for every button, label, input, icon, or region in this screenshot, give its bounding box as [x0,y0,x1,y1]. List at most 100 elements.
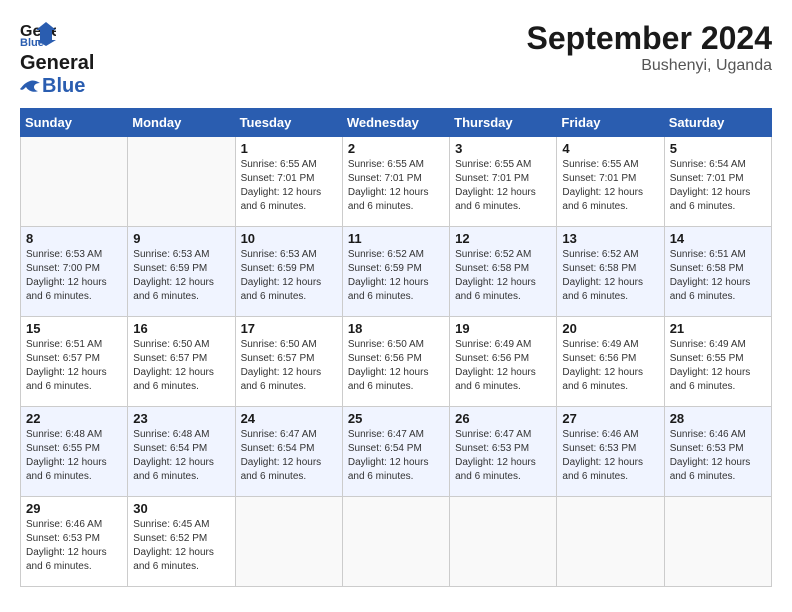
calendar-table: Sunday Monday Tuesday Wednesday Thursday… [20,108,772,587]
day-info: Sunrise: 6:55 AM Sunset: 7:01 PM Dayligh… [562,158,658,214]
day-number: 20 [562,321,658,336]
calendar-header-row: Sunday Monday Tuesday Wednesday Thursday… [21,109,772,137]
day-info: Sunrise: 6:45 AM Sunset: 6:52 PM Dayligh… [133,518,229,574]
day-info: Sunrise: 6:52 AM Sunset: 6:58 PM Dayligh… [455,248,551,304]
day-info: Sunrise: 6:46 AM Sunset: 6:53 PM Dayligh… [670,428,766,484]
calendar-cell: 24 Sunrise: 6:47 AM Sunset: 6:54 PM Dayl… [235,407,342,497]
col-friday: Friday [557,109,664,137]
day-info: Sunrise: 6:48 AM Sunset: 6:55 PM Dayligh… [26,428,122,484]
col-saturday: Saturday [664,109,771,137]
day-info: Sunrise: 6:46 AM Sunset: 6:53 PM Dayligh… [26,518,122,574]
day-number: 26 [455,411,551,426]
day-info: Sunrise: 6:49 AM Sunset: 6:56 PM Dayligh… [562,338,658,394]
col-tuesday: Tuesday [235,109,342,137]
calendar-cell: 3 Sunrise: 6:55 AM Sunset: 7:01 PM Dayli… [450,137,557,227]
location: Bushenyi, Uganda [527,57,772,75]
day-number: 29 [26,501,122,516]
day-number: 18 [348,321,444,336]
calendar-cell: 26 Sunrise: 6:47 AM Sunset: 6:53 PM Dayl… [450,407,557,497]
month-title: September 2024 [527,20,772,57]
week-row-1: 1 Sunrise: 6:55 AM Sunset: 7:01 PM Dayli… [21,137,772,227]
day-number: 9 [133,231,229,246]
day-number: 12 [455,231,551,246]
day-info: Sunrise: 6:46 AM Sunset: 6:53 PM Dayligh… [562,428,658,484]
week-row-4: 22 Sunrise: 6:48 AM Sunset: 6:55 PM Dayl… [21,407,772,497]
day-info: Sunrise: 6:53 AM Sunset: 6:59 PM Dayligh… [241,248,337,304]
logo-blue: Blue [42,75,85,98]
day-info: Sunrise: 6:54 AM Sunset: 7:01 PM Dayligh… [670,158,766,214]
calendar-cell: 19 Sunrise: 6:49 AM Sunset: 6:56 PM Dayl… [450,317,557,407]
title-area: September 2024 Bushenyi, Uganda [527,20,772,75]
calendar-cell [21,137,128,227]
day-info: Sunrise: 6:47 AM Sunset: 6:53 PM Dayligh… [455,428,551,484]
calendar-cell: 13 Sunrise: 6:52 AM Sunset: 6:58 PM Dayl… [557,227,664,317]
logo-general: General [20,52,94,75]
day-number: 23 [133,411,229,426]
calendar-cell: 11 Sunrise: 6:52 AM Sunset: 6:59 PM Dayl… [342,227,449,317]
day-number: 25 [348,411,444,426]
calendar-cell: 23 Sunrise: 6:48 AM Sunset: 6:54 PM Dayl… [128,407,235,497]
day-number: 28 [670,411,766,426]
calendar-cell: 15 Sunrise: 6:51 AM Sunset: 6:57 PM Dayl… [21,317,128,407]
day-number: 19 [455,321,551,336]
day-number: 4 [562,141,658,156]
day-info: Sunrise: 6:48 AM Sunset: 6:54 PM Dayligh… [133,428,229,484]
day-number: 11 [348,231,444,246]
col-thursday: Thursday [450,109,557,137]
week-row-2: 8 Sunrise: 6:53 AM Sunset: 7:00 PM Dayli… [21,227,772,317]
calendar-cell: 2 Sunrise: 6:55 AM Sunset: 7:01 PM Dayli… [342,137,449,227]
day-info: Sunrise: 6:49 AM Sunset: 6:56 PM Dayligh… [455,338,551,394]
day-info: Sunrise: 6:55 AM Sunset: 7:01 PM Dayligh… [348,158,444,214]
day-number: 13 [562,231,658,246]
day-info: Sunrise: 6:47 AM Sunset: 6:54 PM Dayligh… [241,428,337,484]
week-row-3: 15 Sunrise: 6:51 AM Sunset: 6:57 PM Dayl… [21,317,772,407]
calendar-cell: 21 Sunrise: 6:49 AM Sunset: 6:55 PM Dayl… [664,317,771,407]
calendar-cell: 30 Sunrise: 6:45 AM Sunset: 6:52 PM Dayl… [128,497,235,587]
col-wednesday: Wednesday [342,109,449,137]
day-number: 2 [348,141,444,156]
calendar-cell: 17 Sunrise: 6:50 AM Sunset: 6:57 PM Dayl… [235,317,342,407]
calendar-cell: 18 Sunrise: 6:50 AM Sunset: 6:56 PM Dayl… [342,317,449,407]
day-info: Sunrise: 6:52 AM Sunset: 6:59 PM Dayligh… [348,248,444,304]
day-info: Sunrise: 6:51 AM Sunset: 6:58 PM Dayligh… [670,248,766,304]
day-info: Sunrise: 6:53 AM Sunset: 6:59 PM Dayligh… [133,248,229,304]
calendar-cell [664,497,771,587]
day-info: Sunrise: 6:49 AM Sunset: 6:55 PM Dayligh… [670,338,766,394]
calendar-cell: 4 Sunrise: 6:55 AM Sunset: 7:01 PM Dayli… [557,137,664,227]
logo-bird-icon [20,79,40,95]
week-row-5: 29 Sunrise: 6:46 AM Sunset: 6:53 PM Dayl… [21,497,772,587]
day-info: Sunrise: 6:53 AM Sunset: 7:00 PM Dayligh… [26,248,122,304]
day-number: 3 [455,141,551,156]
day-number: 27 [562,411,658,426]
day-info: Sunrise: 6:51 AM Sunset: 6:57 PM Dayligh… [26,338,122,394]
day-number: 5 [670,141,766,156]
day-info: Sunrise: 6:50 AM Sunset: 6:57 PM Dayligh… [241,338,337,394]
calendar-cell [128,137,235,227]
day-info: Sunrise: 6:50 AM Sunset: 6:56 PM Dayligh… [348,338,444,394]
day-info: Sunrise: 6:55 AM Sunset: 7:01 PM Dayligh… [455,158,551,214]
day-number: 14 [670,231,766,246]
day-number: 15 [26,321,122,336]
day-number: 1 [241,141,337,156]
day-number: 21 [670,321,766,336]
day-number: 30 [133,501,229,516]
calendar-cell: 5 Sunrise: 6:54 AM Sunset: 7:01 PM Dayli… [664,137,771,227]
calendar-cell: 12 Sunrise: 6:52 AM Sunset: 6:58 PM Dayl… [450,227,557,317]
calendar-cell: 28 Sunrise: 6:46 AM Sunset: 6:53 PM Dayl… [664,407,771,497]
calendar-cell: 22 Sunrise: 6:48 AM Sunset: 6:55 PM Dayl… [21,407,128,497]
calendar-cell [342,497,449,587]
logo-icon: General Blue [20,20,56,48]
calendar-cell [235,497,342,587]
day-info: Sunrise: 6:50 AM Sunset: 6:57 PM Dayligh… [133,338,229,394]
calendar-cell: 8 Sunrise: 6:53 AM Sunset: 7:00 PM Dayli… [21,227,128,317]
page-header: General Blue General Blue September 2024… [20,20,772,98]
day-number: 10 [241,231,337,246]
col-sunday: Sunday [21,109,128,137]
day-number: 8 [26,231,122,246]
day-number: 22 [26,411,122,426]
calendar-cell: 9 Sunrise: 6:53 AM Sunset: 6:59 PM Dayli… [128,227,235,317]
day-info: Sunrise: 6:52 AM Sunset: 6:58 PM Dayligh… [562,248,658,304]
calendar-cell [557,497,664,587]
calendar-cell: 25 Sunrise: 6:47 AM Sunset: 6:54 PM Dayl… [342,407,449,497]
day-number: 16 [133,321,229,336]
